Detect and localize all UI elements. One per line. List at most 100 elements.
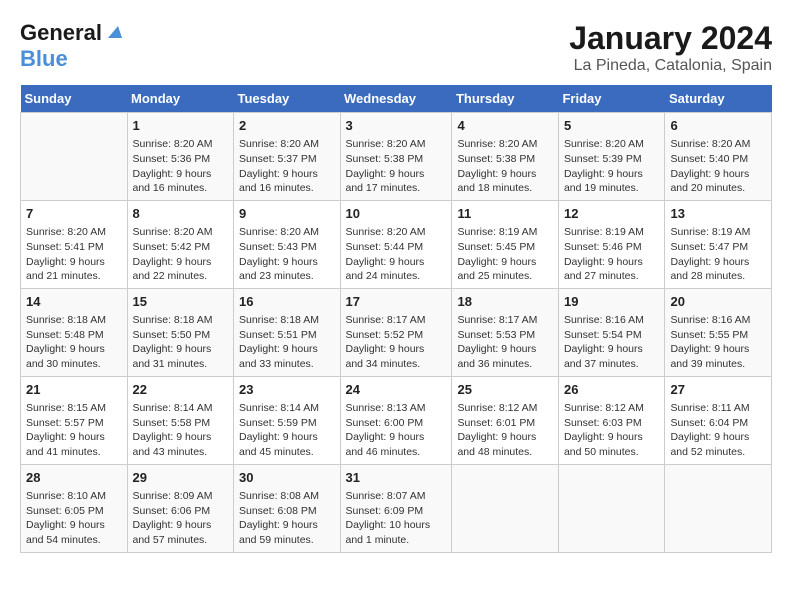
day-info: Sunrise: 8:18 AM Sunset: 5:48 PM Dayligh… xyxy=(26,313,122,372)
calendar-cell: 29Sunrise: 8:09 AM Sunset: 6:06 PM Dayli… xyxy=(127,464,234,552)
calendar-cell: 17 Sunrise: 8:17 AM Sunset: 5:52 PM Dayli… xyxy=(340,288,452,376)
day-number: 9 xyxy=(239,205,335,223)
day-info: Sunrise: 8:18 AM Sunset: 5:50 PM Dayligh… xyxy=(133,313,229,372)
calendar-cell: 7 Sunrise: 8:20 AM Sunset: 5:41 PM Daylig… xyxy=(21,200,128,288)
day-number: 14 xyxy=(26,293,122,311)
day-info: Sunrise: 8:20 AM Sunset: 5:42 PM Dayligh… xyxy=(133,225,229,284)
day-number: 8 xyxy=(133,205,229,223)
day-number: 17 xyxy=(346,293,447,311)
calendar-cell: 11 Sunrise: 8:19 AM Sunset: 5:45 PM Dayli… xyxy=(452,200,559,288)
weekday-saturday: Saturday xyxy=(665,85,772,113)
day-number: 25 xyxy=(457,381,553,399)
day-info: Sunrise: 8:16 AM Sunset: 5:55 PM Dayligh… xyxy=(670,313,766,372)
weekday-monday: Monday xyxy=(127,85,234,113)
weekday-wednesday: Wednesday xyxy=(340,85,452,113)
calendar-cell: 22 Sunrise: 8:14 AM Sunset: 5:58 PM Dayli… xyxy=(127,376,234,464)
day-number: 24 xyxy=(346,381,447,399)
day-info: Sunrise: 8:18 AM Sunset: 5:51 PM Dayligh… xyxy=(239,313,335,372)
day-number: 13 xyxy=(670,205,766,223)
day-info: Sunrise: 8:20 AM Sunset: 5:41 PM Dayligh… xyxy=(26,225,122,284)
day-info: Sunrise: 8:17 AM Sunset: 5:52 PM Dayligh… xyxy=(346,313,447,372)
day-info: Sunrise: 8:20 AM Sunset: 5:44 PM Dayligh… xyxy=(346,225,447,284)
logo-icon xyxy=(104,22,122,40)
day-info: Sunrise: 8:17 AM Sunset: 5:53 PM Dayligh… xyxy=(457,313,553,372)
calendar-cell: 8 Sunrise: 8:20 AM Sunset: 5:42 PM Daylig… xyxy=(127,200,234,288)
day-info: Sunrise: 8:14 AM Sunset: 5:58 PM Dayligh… xyxy=(133,401,229,460)
calendar-cell: 6 Sunrise: 8:20 AM Sunset: 5:40 PM Daylig… xyxy=(665,113,772,201)
calendar-cell: 1Sunrise: 8:20 AM Sunset: 5:36 PM Daylig… xyxy=(127,113,234,201)
logo-general: General xyxy=(20,20,102,46)
calendar-week-3: 14 Sunrise: 8:18 AM Sunset: 5:48 PM Dayli… xyxy=(21,288,772,376)
calendar-cell: 25 Sunrise: 8:12 AM Sunset: 6:01 PM Dayli… xyxy=(452,376,559,464)
day-number: 29 xyxy=(133,469,229,487)
calendar-cell: 30 Sunrise: 8:08 AM Sunset: 6:08 PM Dayli… xyxy=(234,464,341,552)
day-info: Sunrise: 8:14 AM Sunset: 5:59 PM Dayligh… xyxy=(239,401,335,460)
calendar-cell: 28 Sunrise: 8:10 AM Sunset: 6:05 PM Dayli… xyxy=(21,464,128,552)
calendar-week-4: 21 Sunrise: 8:15 AM Sunset: 5:57 PM Dayli… xyxy=(21,376,772,464)
page-header: General Blue January 2024 La Pineda, Cat… xyxy=(20,20,772,75)
day-info: Sunrise: 8:13 AM Sunset: 6:00 PM Dayligh… xyxy=(346,401,447,460)
logo-blue: Blue xyxy=(20,46,68,71)
calendar-table: SundayMondayTuesdayWednesdayThursdayFrid… xyxy=(20,85,772,553)
calendar-cell: 19 Sunrise: 8:16 AM Sunset: 5:54 PM Dayli… xyxy=(558,288,665,376)
day-info: Sunrise: 8:15 AM Sunset: 5:57 PM Dayligh… xyxy=(26,401,122,460)
calendar-cell: 24 Sunrise: 8:13 AM Sunset: 6:00 PM Dayli… xyxy=(340,376,452,464)
calendar-week-2: 7 Sunrise: 8:20 AM Sunset: 5:41 PM Daylig… xyxy=(21,200,772,288)
day-number: 20 xyxy=(670,293,766,311)
day-number: 16 xyxy=(239,293,335,311)
day-info: Sunrise: 8:20 AM Sunset: 5:40 PM Dayligh… xyxy=(670,137,766,196)
calendar-cell: 21 Sunrise: 8:15 AM Sunset: 5:57 PM Dayli… xyxy=(21,376,128,464)
day-number: 10 xyxy=(346,205,447,223)
calendar-week-5: 28 Sunrise: 8:10 AM Sunset: 6:05 PM Dayli… xyxy=(21,464,772,552)
logo: General Blue xyxy=(20,20,122,72)
weekday-thursday: Thursday xyxy=(452,85,559,113)
calendar-cell: 5 Sunrise: 8:20 AM Sunset: 5:39 PM Daylig… xyxy=(558,113,665,201)
day-info: Sunrise: 8:16 AM Sunset: 5:54 PM Dayligh… xyxy=(564,313,660,372)
calendar-cell: 12Sunrise: 8:19 AM Sunset: 5:46 PM Dayli… xyxy=(558,200,665,288)
day-info: Sunrise: 8:19 AM Sunset: 5:46 PM Dayligh… xyxy=(564,225,660,284)
day-number: 7 xyxy=(26,205,122,223)
day-number: 5 xyxy=(564,117,660,135)
day-info: Sunrise: 8:20 AM Sunset: 5:43 PM Dayligh… xyxy=(239,225,335,284)
day-info: Sunrise: 8:20 AM Sunset: 5:39 PM Dayligh… xyxy=(564,137,660,196)
calendar-cell: 2 Sunrise: 8:20 AM Sunset: 5:37 PM Daylig… xyxy=(234,113,341,201)
calendar-cell: 9 Sunrise: 8:20 AM Sunset: 5:43 PM Daylig… xyxy=(234,200,341,288)
day-number: 30 xyxy=(239,469,335,487)
day-info: Sunrise: 8:19 AM Sunset: 5:47 PM Dayligh… xyxy=(670,225,766,284)
day-number: 23 xyxy=(239,381,335,399)
day-info: Sunrise: 8:07 AM Sunset: 6:09 PM Dayligh… xyxy=(346,489,447,548)
calendar-cell: 16 Sunrise: 8:18 AM Sunset: 5:51 PM Dayli… xyxy=(234,288,341,376)
calendar-cell: 10 Sunrise: 8:20 AM Sunset: 5:44 PM Dayli… xyxy=(340,200,452,288)
day-number: 19 xyxy=(564,293,660,311)
calendar-cell: 26Sunrise: 8:12 AM Sunset: 6:03 PM Dayli… xyxy=(558,376,665,464)
calendar-cell: 20 Sunrise: 8:16 AM Sunset: 5:55 PM Dayli… xyxy=(665,288,772,376)
page-title: January 2024 xyxy=(569,20,772,57)
calendar-cell xyxy=(665,464,772,552)
day-number: 21 xyxy=(26,381,122,399)
calendar-cell: 13 Sunrise: 8:19 AM Sunset: 5:47 PM Dayli… xyxy=(665,200,772,288)
calendar-cell: 27Sunrise: 8:11 AM Sunset: 6:04 PM Dayli… xyxy=(665,376,772,464)
calendar-cell: 15 Sunrise: 8:18 AM Sunset: 5:50 PM Dayli… xyxy=(127,288,234,376)
day-info: Sunrise: 8:08 AM Sunset: 6:08 PM Dayligh… xyxy=(239,489,335,548)
title-block: January 2024 La Pineda, Catalonia, Spain xyxy=(569,20,772,75)
day-info: Sunrise: 8:10 AM Sunset: 6:05 PM Dayligh… xyxy=(26,489,122,548)
calendar-cell: 18Sunrise: 8:17 AM Sunset: 5:53 PM Dayli… xyxy=(452,288,559,376)
day-number: 28 xyxy=(26,469,122,487)
day-number: 1 xyxy=(133,117,229,135)
calendar-cell: 3Sunrise: 8:20 AM Sunset: 5:38 PM Daylig… xyxy=(340,113,452,201)
day-number: 26 xyxy=(564,381,660,399)
day-number: 3 xyxy=(346,117,447,135)
calendar-week-1: 1Sunrise: 8:20 AM Sunset: 5:36 PM Daylig… xyxy=(21,113,772,201)
day-number: 15 xyxy=(133,293,229,311)
day-info: Sunrise: 8:20 AM Sunset: 5:37 PM Dayligh… xyxy=(239,137,335,196)
day-number: 31 xyxy=(346,469,447,487)
day-number: 4 xyxy=(457,117,553,135)
weekday-sunday: Sunday xyxy=(21,85,128,113)
day-number: 2 xyxy=(239,117,335,135)
day-info: Sunrise: 8:12 AM Sunset: 6:01 PM Dayligh… xyxy=(457,401,553,460)
day-number: 22 xyxy=(133,381,229,399)
day-number: 6 xyxy=(670,117,766,135)
day-number: 11 xyxy=(457,205,553,223)
calendar-cell: 4Sunrise: 8:20 AM Sunset: 5:38 PM Daylig… xyxy=(452,113,559,201)
day-info: Sunrise: 8:19 AM Sunset: 5:45 PM Dayligh… xyxy=(457,225,553,284)
